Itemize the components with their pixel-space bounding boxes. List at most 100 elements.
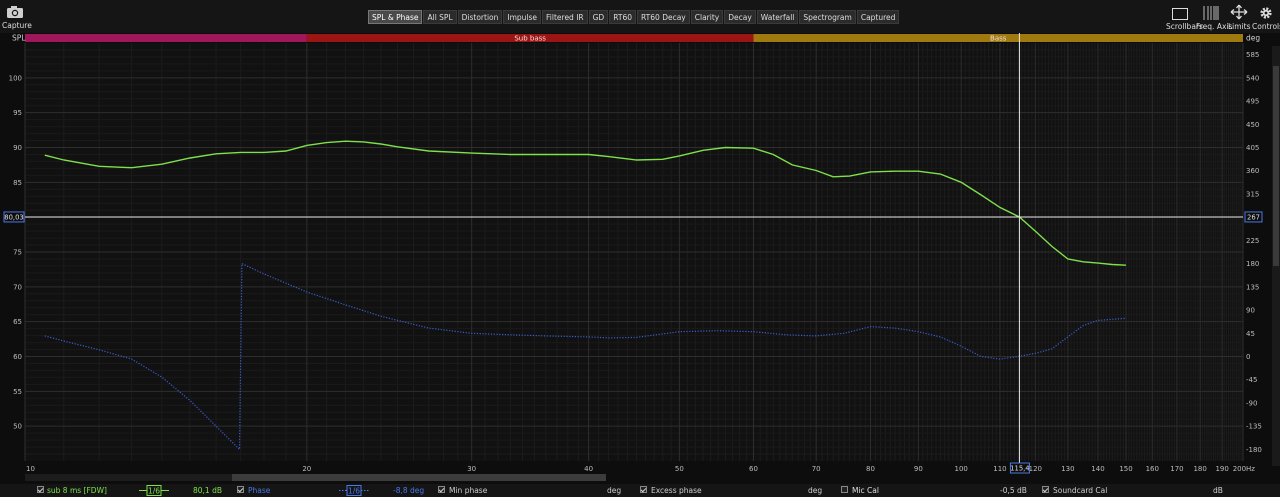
freq-tick-label: 60 <box>749 465 758 473</box>
cursor-spl-readout: 80,03 <box>3 211 25 223</box>
deg-tick-label: -90 <box>1246 399 1257 407</box>
spl-tick-label: 50 <box>13 423 22 431</box>
freq-tick-label: 100 <box>954 465 967 473</box>
tab-filtered-ir[interactable]: Filtered IR <box>542 10 588 24</box>
capture-label: Capture <box>2 21 32 30</box>
tab-distortion[interactable]: Distortion <box>457 10 503 24</box>
deg-tick-label: 360 <box>1246 167 1259 175</box>
cursor-deg-readout: 267 <box>1244 211 1263 223</box>
tab-clarity[interactable]: Clarity <box>690 10 724 24</box>
spl-tick-label: 75 <box>13 249 22 257</box>
spl-tick-label: 65 <box>13 318 22 326</box>
soundcard-cal-label: Soundcard Cal <box>1053 486 1108 495</box>
deg-tick-label: -135 <box>1246 423 1262 431</box>
deg-tick-label: 495 <box>1246 98 1259 106</box>
tab-captured[interactable]: Captured <box>856 10 900 24</box>
mic-cal-checkbox[interactable] <box>841 486 848 493</box>
deg-tick-label: 585 <box>1246 51 1259 59</box>
graph-tabs: SPL & Phase All SPL Distortion Impulse Filte… <box>368 10 900 24</box>
tab-decay[interactable]: Decay <box>724 10 756 24</box>
scrollbars-button[interactable]: Scrollbars <box>1166 2 1203 32</box>
freq-tick-label: 30 <box>467 465 476 473</box>
cursor-freq-value: 115,4 <box>1010 465 1029 473</box>
mic-cal-label: Mic Cal <box>852 486 879 495</box>
tab-spl-phase[interactable]: SPL & Phase <box>368 10 423 24</box>
min-phase-label: Min phase <box>449 486 488 495</box>
freq-tick-label: 200Hz <box>1233 465 1256 473</box>
scrollbars-icon <box>1172 8 1188 20</box>
excess-phase-checkbox[interactable] <box>640 486 647 493</box>
spl-tick-label: 90 <box>13 144 22 152</box>
freq-tick-label: 40 <box>584 465 593 473</box>
controls-button[interactable]: Controls <box>1252 2 1280 32</box>
vertical-scrollbar-thumb[interactable] <box>1273 66 1279 266</box>
deg-tick-label: 45 <box>1246 330 1255 338</box>
phase-smoothing-control[interactable]: 1/6 <box>339 485 369 496</box>
limits-button[interactable]: Limits <box>1228 2 1251 32</box>
freq-axis-button[interactable]: Freq. Axis <box>1196 2 1232 32</box>
spl-tick-label: 100 <box>9 74 22 82</box>
camera-icon <box>7 6 23 18</box>
deg-tick-label: 315 <box>1246 190 1259 198</box>
cursor-deg-value: 267 <box>1247 213 1260 221</box>
deg-tick-label: 135 <box>1246 283 1259 291</box>
excess-phase-label: Excess phase <box>651 486 702 495</box>
deg-tick-label: 0 <box>1246 353 1250 361</box>
freq-tick-label: 180 <box>1193 465 1206 473</box>
tab-spectrogram[interactable]: Spectrogram <box>799 10 856 24</box>
freq-tick-label: 160 <box>1146 465 1159 473</box>
min-phase-unit: deg <box>607 486 622 495</box>
spl-axis-title: SPL <box>12 34 26 43</box>
min-phase-checkbox[interactable] <box>438 486 445 493</box>
horizontal-scrollbar-thumb[interactable] <box>232 474 606 481</box>
soundcard-cal-unit: dB <box>1213 486 1223 495</box>
spl-tick-label: 85 <box>13 179 22 187</box>
deg-tick-label: 405 <box>1246 144 1259 152</box>
freq-tick-label: 150 <box>1119 465 1132 473</box>
spl-smoothing-value: 1/6 <box>148 487 160 496</box>
trace-checkbox[interactable] <box>37 486 44 493</box>
spl-tick-label: 55 <box>13 388 22 396</box>
spl-tick-label: 95 <box>13 109 22 117</box>
limits-label: Limits <box>1228 22 1251 31</box>
band-label: Sub bass <box>514 35 546 43</box>
tab-all-spl[interactable]: All SPL <box>423 10 457 24</box>
legend-bar: sub 8 ms [FDW] 1/6 80,1 dB Phase 1/6 -8,… <box>0 484 1280 497</box>
tab-rt60-decay[interactable]: RT60 Decay <box>637 10 690 24</box>
band-0 <box>25 34 307 42</box>
gear-icon <box>1260 7 1272 19</box>
controls-label: Controls <box>1252 22 1280 31</box>
deg-tick-label: 180 <box>1246 260 1259 268</box>
freq-tick-label: 120 <box>1029 465 1042 473</box>
deg-tick-label: 225 <box>1246 237 1259 245</box>
soundcard-cal-checkbox[interactable] <box>1042 486 1049 493</box>
tab-rt60[interactable]: RT60 <box>609 10 637 24</box>
band-label: Bass <box>990 35 1007 43</box>
spl-phase-graph[interactable]: Sub bass Bass SPL deg 50 55 60 65 70 75 80 85 90 95 10… <box>0 33 1280 484</box>
limits-icon <box>1230 4 1248 20</box>
freq-tick-label: 130 <box>1061 465 1074 473</box>
tab-waterfall[interactable]: Waterfall <box>756 10 799 24</box>
scrollbars-label: Scrollbars <box>1166 22 1203 31</box>
tab-gd[interactable]: GD <box>588 10 609 24</box>
vertical-scrollbar[interactable] <box>1272 46 1280 466</box>
trace-name: sub 8 ms [FDW] <box>47 486 107 495</box>
cursor-spl-value: 80,03 <box>4 213 23 221</box>
freq-tick-label: 190 <box>1215 465 1228 473</box>
freq-tick-label: 90 <box>914 465 923 473</box>
capture-button[interactable]: Capture <box>2 2 32 32</box>
top-toolbar: Capture SPL & Phase All SPL Distortion Impu… <box>0 0 1280 33</box>
deg-tick-label: -45 <box>1246 376 1257 384</box>
deg-tick-label: 90 <box>1246 307 1255 315</box>
freq-tick-label: 50 <box>675 465 684 473</box>
freq-tick-label: 70 <box>812 465 821 473</box>
spl-tick-label: 70 <box>13 283 22 291</box>
deg-axis-title: deg <box>1246 34 1260 43</box>
phase-checkbox[interactable] <box>237 486 244 493</box>
deg-tick-label: 450 <box>1246 121 1259 129</box>
mic-cal-value: -0,5 dB <box>1000 486 1027 495</box>
cursor-freq-readout: 115,4 <box>1009 462 1030 474</box>
tab-impulse[interactable]: Impulse <box>503 10 542 24</box>
spl-smoothing-control[interactable]: 1/6 <box>139 485 169 496</box>
freq-axis-icon <box>1203 6 1219 20</box>
